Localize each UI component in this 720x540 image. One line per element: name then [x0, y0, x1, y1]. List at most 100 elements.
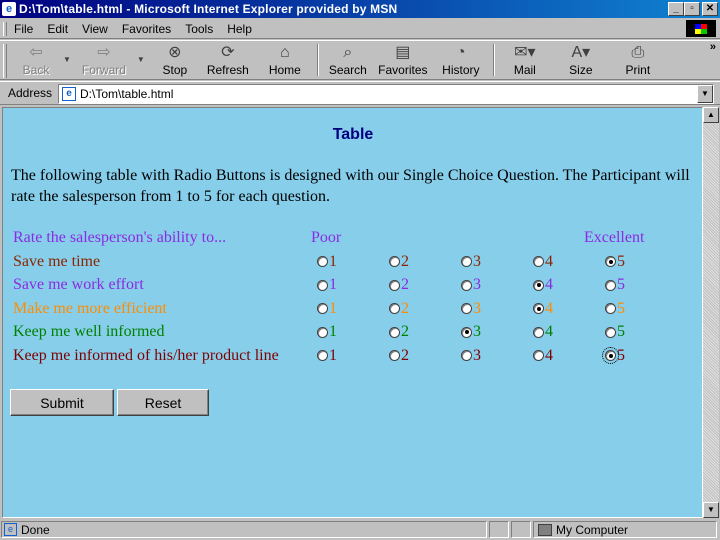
radio-button[interactable]: [461, 279, 472, 291]
rating-option[interactable]: 5: [605, 276, 625, 294]
mail-button[interactable]: ✉▾ Mail: [499, 41, 551, 79]
intro-text: The following table with Radio Buttons i…: [11, 167, 690, 205]
rating-option[interactable]: 2: [389, 347, 409, 365]
rating-option[interactable]: 2: [389, 253, 409, 271]
radio-button[interactable]: [533, 303, 544, 314]
radio-button[interactable]: [389, 279, 400, 291]
stop-button[interactable]: ⊗ Stop: [151, 41, 199, 79]
rating-value: 5: [617, 276, 625, 293]
search-button[interactable]: ⌕ Search: [323, 41, 373, 79]
question-row: Keep me informed of his/her product line…: [13, 345, 663, 369]
scroll-down-button[interactable]: ▼: [703, 502, 719, 518]
scroll-up-button[interactable]: ▲: [703, 107, 719, 123]
radio-button[interactable]: [317, 350, 328, 361]
rating-option[interactable]: 2: [389, 300, 409, 318]
radio-button[interactable]: [605, 303, 616, 314]
address-input[interactable]: e D:\Tom\table.html ▼: [58, 84, 714, 104]
favorites-button[interactable]: ▤ Favorites: [373, 41, 433, 79]
radio-button[interactable]: [533, 326, 544, 338]
rating-option[interactable]: 3: [461, 253, 481, 271]
vertical-scrollbar[interactable]: ▲ ▼: [703, 107, 719, 518]
rating-option[interactable]: 1: [317, 276, 337, 294]
rating-option[interactable]: 1: [317, 323, 337, 341]
radio-button[interactable]: [389, 256, 400, 267]
menu-edit[interactable]: Edit: [40, 22, 75, 36]
radio-button[interactable]: [533, 256, 544, 267]
submit-button[interactable]: Submit: [10, 389, 114, 416]
rating-option[interactable]: 2: [389, 323, 409, 341]
rating-option[interactable]: 4: [533, 276, 553, 294]
size-button[interactable]: A▾ Size: [551, 41, 611, 79]
toolbar-more-icon[interactable]: »: [710, 41, 716, 53]
radio-button[interactable]: [605, 256, 616, 267]
radio-button[interactable]: [317, 326, 328, 338]
menu-help[interactable]: Help: [220, 22, 259, 36]
radio-button[interactable]: [317, 303, 328, 314]
reset-button[interactable]: Reset: [117, 389, 209, 416]
menu-view[interactable]: View: [75, 22, 115, 36]
rating-prompt: Rate the salesperson's ability to...: [13, 229, 227, 246]
rating-option[interactable]: 4: [533, 253, 553, 271]
rating-option[interactable]: 4: [533, 347, 553, 365]
menu-favorites[interactable]: Favorites: [115, 22, 178, 36]
rating-option[interactable]: 5: [605, 300, 625, 318]
menu-file[interactable]: File: [7, 22, 40, 36]
rating-option[interactable]: 5: [602, 347, 625, 365]
close-button[interactable]: ✕: [702, 2, 718, 16]
rating-option[interactable]: 5: [605, 323, 625, 341]
forward-button[interactable]: ⇨ Forward: [71, 41, 137, 79]
radio-button[interactable]: [317, 256, 328, 267]
toolbar-separator: [316, 44, 319, 76]
rating-value: 4: [545, 252, 553, 270]
rating-option[interactable]: 2: [389, 276, 409, 294]
radio-button[interactable]: [602, 347, 619, 364]
status-text: Done: [21, 522, 50, 537]
search-icon: ⌕: [343, 44, 353, 61]
back-label: Back: [22, 63, 50, 77]
mail-label: Mail: [513, 63, 536, 77]
radio-button[interactable]: [461, 326, 472, 338]
page-icon: e: [62, 87, 76, 101]
radio-button[interactable]: [605, 279, 616, 291]
minimize-button[interactable]: _: [668, 2, 684, 16]
rating-option[interactable]: 3: [461, 300, 481, 318]
radio-button[interactable]: [533, 350, 544, 361]
radio-button[interactable]: [461, 303, 472, 314]
radio-button[interactable]: [389, 303, 400, 314]
refresh-label: Refresh: [206, 63, 249, 77]
rating-option[interactable]: 4: [533, 323, 553, 341]
rating-option[interactable]: 3: [461, 276, 481, 294]
rating-value: 3: [473, 252, 481, 270]
question-row: Save me time 1 2 3 4 5: [13, 251, 663, 275]
back-dropdown-icon[interactable]: ▼: [63, 55, 71, 64]
rating-option[interactable]: 4: [533, 300, 553, 318]
rating-option[interactable]: 5: [605, 253, 625, 271]
rating-value: 2: [401, 346, 409, 364]
radio-button[interactable]: [317, 279, 328, 291]
radio-button[interactable]: [389, 326, 400, 338]
rating-option[interactable]: 3: [461, 347, 481, 365]
rating-option[interactable]: 1: [317, 253, 337, 271]
back-button[interactable]: ⇦ Back: [9, 41, 63, 79]
rating-option[interactable]: 1: [317, 347, 337, 365]
question-label: Keep me informed of his/her product line: [13, 346, 279, 364]
refresh-button[interactable]: ⟳ Refresh: [199, 41, 257, 79]
radio-button[interactable]: [461, 256, 472, 267]
radio-button[interactable]: [461, 350, 472, 361]
print-button[interactable]: ⎙ Print: [611, 41, 665, 79]
address-dropdown-button[interactable]: ▼: [697, 85, 713, 103]
rating-option[interactable]: 1: [317, 300, 337, 318]
rating-option[interactable]: 3: [461, 323, 481, 341]
address-url[interactable]: D:\Tom\table.html: [80, 87, 173, 101]
radio-button[interactable]: [389, 350, 400, 361]
home-button[interactable]: ⌂ Home: [257, 41, 313, 79]
radio-button[interactable]: [533, 279, 544, 291]
history-button[interactable]: ◔ History: [433, 41, 489, 79]
radio-button[interactable]: [605, 326, 616, 338]
forward-dropdown-icon[interactable]: ▼: [137, 55, 145, 64]
rating-value: 4: [545, 299, 553, 317]
toolbar-grip: [3, 44, 7, 78]
question-row: Make me more efficient 1 2 3 4 5: [13, 298, 663, 322]
maximize-button[interactable]: ▫: [684, 2, 700, 16]
menu-tools[interactable]: Tools: [178, 22, 220, 36]
